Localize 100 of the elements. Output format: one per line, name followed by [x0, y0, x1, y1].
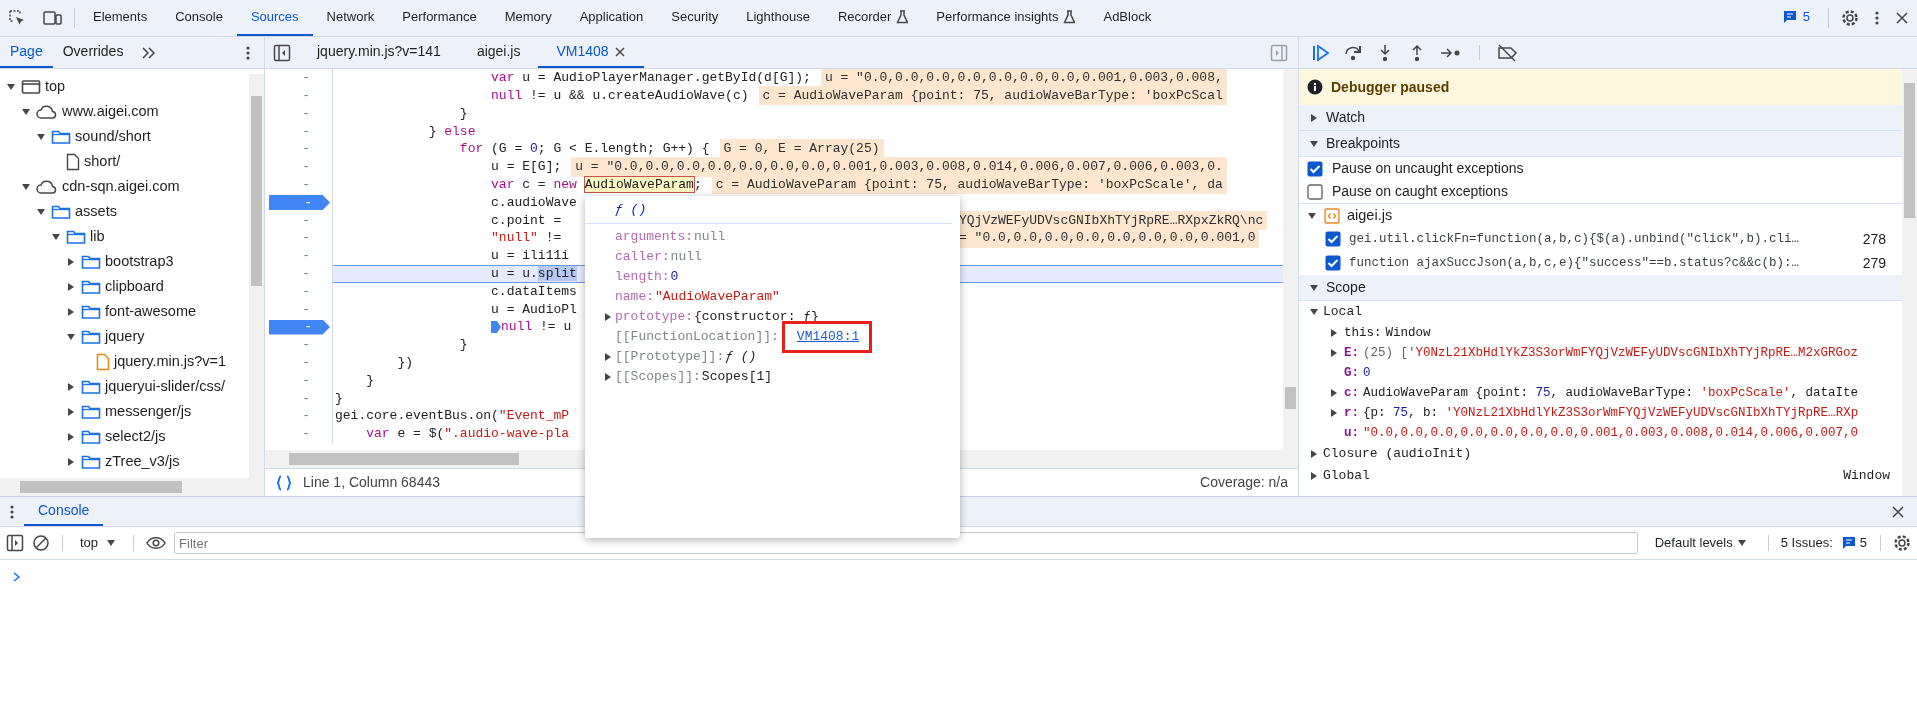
scope-name[interactable]: Global [1323, 466, 1370, 486]
collapse-arrow-icon[interactable] [1309, 282, 1319, 293]
tree-item-label[interactable]: sound/short [75, 125, 151, 148]
file-tab[interactable]: aigei.js [458, 37, 539, 68]
collapse-arrow-icon[interactable] [21, 181, 31, 192]
more-icon[interactable] [10, 503, 14, 520]
levels-dropdown[interactable]: Default levels [1645, 532, 1756, 554]
scope-name[interactable]: Closure (audioInit) [1323, 444, 1472, 464]
more-tabs-icon[interactable] [141, 45, 158, 60]
section-header[interactable]: Scope [1299, 275, 1902, 301]
settings-icon[interactable] [1841, 9, 1859, 27]
clear-icon[interactable] [32, 534, 50, 552]
panel-tab[interactable]: Recorder [823, 0, 923, 36]
close-icon[interactable] [1891, 504, 1905, 519]
section-title[interactable]: Scope [1326, 277, 1366, 298]
collapse-arrow-icon[interactable] [1307, 210, 1317, 221]
inspect-icon[interactable] [8, 9, 26, 27]
collapse-arrow-icon[interactable] [1309, 138, 1319, 149]
checkbox[interactable] [1325, 255, 1341, 271]
issues-button[interactable]: 5 [1840, 532, 1868, 554]
panel-tab[interactable]: Console [161, 0, 237, 36]
tree-item-label[interactable]: top [45, 75, 66, 98]
sidebar-toggle-icon[interactable] [6, 534, 24, 552]
panel-tab[interactable]: Memory [490, 0, 566, 36]
breakpoint-marker[interactable]: - [269, 194, 330, 210]
filter-field[interactable]: Filter [174, 532, 1638, 554]
tree-item-label[interactable]: short/ [84, 150, 121, 173]
checkbox-label[interactable]: Pause on uncaught exceptions [1332, 158, 1524, 179]
checkbox[interactable] [1307, 160, 1323, 177]
collapse-arrow-icon[interactable] [21, 106, 31, 117]
checkbox[interactable] [1307, 183, 1323, 200]
scrollbar[interactable] [1902, 69, 1917, 496]
tree-item-label[interactable]: assets [75, 200, 117, 223]
more-icon[interactable] [1875, 10, 1879, 26]
tree-item-label[interactable]: www.aigei.com [62, 100, 159, 123]
close-icon[interactable] [613, 45, 626, 58]
section-title[interactable]: Breakpoints [1326, 133, 1400, 154]
tree-item-label[interactable]: bootstrap3 [105, 250, 174, 273]
panel-tab[interactable]: Lighthouse [732, 0, 824, 36]
expand-arrow-icon[interactable] [1309, 449, 1319, 459]
tree-item-label[interactable]: font-awesome [105, 300, 197, 323]
sidebar-toggle-icon[interactable] [273, 43, 291, 62]
navigator-tab[interactable]: Page [0, 37, 53, 68]
eye-icon[interactable] [146, 535, 167, 551]
scrollbar[interactable] [0, 478, 264, 496]
panel-tab[interactable]: Application [565, 0, 658, 36]
breakpoint-code[interactable]: gei.util.clickFn=function(a,b,c){$(a).unbind("click",b).cli… [1349, 229, 1800, 249]
scrollbar[interactable] [1283, 69, 1298, 450]
context-dropdown[interactable]: top [75, 532, 122, 554]
scope-name[interactable]: Local [1323, 302, 1362, 322]
file-tab[interactable]: VM1408 [538, 37, 644, 68]
settings-icon[interactable] [1893, 534, 1911, 552]
section-title[interactable]: Watch [1326, 107, 1366, 128]
sidebar-toggle-icon[interactable] [1270, 43, 1288, 62]
collapse-arrow-icon[interactable] [51, 231, 61, 242]
expand-arrow-icon[interactable] [66, 281, 76, 292]
expand-arrow-icon[interactable] [66, 431, 76, 442]
drawer-tab[interactable]: Console [24, 497, 104, 526]
panel-tab[interactable]: Performance [388, 0, 491, 36]
tree-item-label[interactable]: lib [90, 225, 105, 248]
more-icon[interactable] [246, 44, 250, 61]
scrollbar[interactable] [249, 74, 264, 478]
expand-arrow-icon[interactable] [66, 456, 76, 467]
tree-item-label[interactable]: select2/js [105, 425, 166, 448]
expand-arrow-icon[interactable] [1309, 112, 1319, 123]
checkbox-label[interactable]: Pause on caught exceptions [1332, 181, 1508, 202]
breakpoint-marker[interactable]: - [269, 319, 330, 335]
tree-item-label[interactable]: messenger/js [105, 400, 192, 423]
tree-item-label[interactable]: jquery [105, 325, 145, 348]
panel-tab[interactable]: AdBlock [1089, 0, 1166, 36]
expand-arrow-icon[interactable] [66, 306, 76, 317]
collapse-arrow-icon[interactable] [66, 331, 76, 342]
tree-item-label[interactable]: clipboard [105, 275, 164, 298]
deactivate-breakpoints-icon[interactable] [1496, 42, 1518, 63]
collapse-arrow-icon[interactable] [6, 81, 16, 92]
expand-arrow-icon[interactable] [603, 312, 613, 322]
expand-arrow-icon[interactable] [66, 256, 76, 267]
file-tab[interactable]: jquery.min.js?v=141 [299, 37, 459, 68]
tree-item-label[interactable]: jqueryui-slider/css/ [105, 375, 226, 398]
pretty-print-icon[interactable] [275, 474, 293, 491]
expand-arrow-icon[interactable] [66, 381, 76, 392]
tree-item-label[interactable]: zTree_v3/js [105, 450, 180, 473]
resume-icon[interactable] [1311, 42, 1331, 63]
source-link[interactable]: VM1408:1 [796, 327, 860, 347]
breakpoint-code[interactable]: function ajaxSuccJson(a,b,c,e){"success"==b.status?c&&c(b):… [1349, 253, 1800, 273]
panel-tab[interactable]: Network [312, 0, 389, 36]
panel-tab[interactable]: Elements [79, 0, 162, 36]
collapse-arrow-icon[interactable] [1309, 307, 1319, 317]
device-toolbar-icon[interactable] [42, 9, 62, 27]
expand-arrow-icon[interactable] [1309, 471, 1319, 481]
panel-tab[interactable]: Security [657, 0, 733, 36]
panel-tab[interactable]: Performance insights [922, 0, 1090, 36]
section-header[interactable]: Watch [1299, 105, 1902, 131]
expand-arrow-icon[interactable] [66, 406, 76, 417]
navigator-tab[interactable]: Overrides [52, 37, 134, 68]
checkbox[interactable] [1325, 231, 1341, 247]
tree-item-label[interactable]: jquery.min.js?v=1 [114, 350, 227, 373]
tree-item-label[interactable]: cdn-sqn.aigei.com [62, 175, 180, 198]
collapse-arrow-icon[interactable] [36, 206, 46, 217]
collapse-arrow-icon[interactable] [36, 131, 46, 142]
